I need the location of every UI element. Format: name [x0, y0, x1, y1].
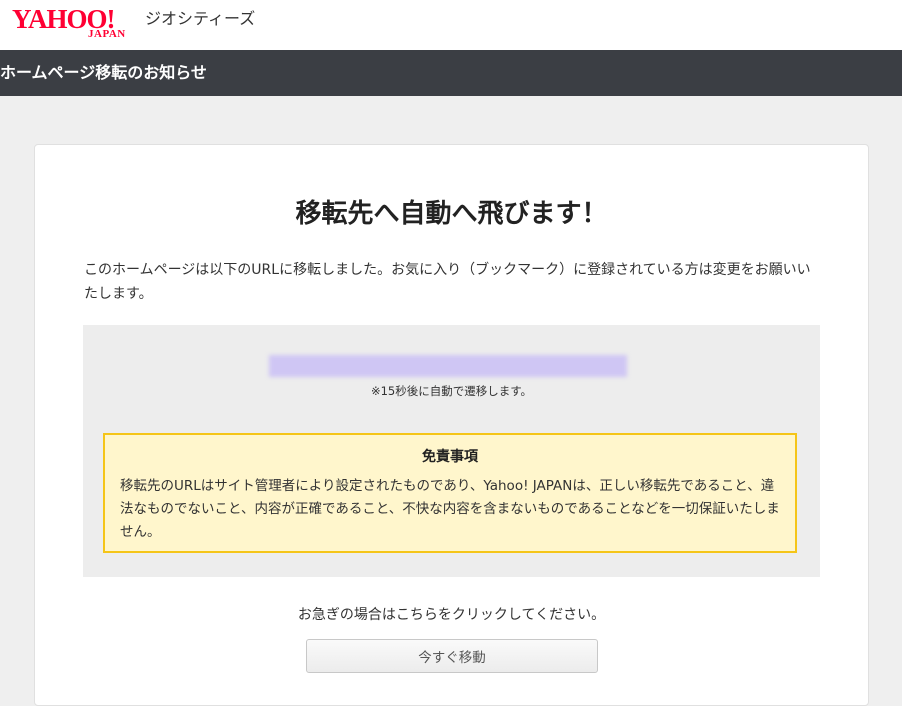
- logo-subtext: JAPAN: [88, 28, 126, 40]
- notice-card: 移転先へ自動へ飛びます！ このホームページは以下のURLに移転しました。お気に入…: [34, 144, 869, 706]
- service-name: ジオシティーズ: [145, 9, 256, 28]
- redirect-countdown-note: ※15秒後に自動で遷移します。: [370, 384, 533, 398]
- notice-heading: 移転先へ自動へ飛びます！: [295, 199, 608, 229]
- move-now-button[interactable]: 今すぐ移動: [306, 639, 598, 673]
- notice-description: このホームページは以下のURLに移転しました。お気に入り（ブックマーク）に登録さ…: [84, 262, 811, 302]
- disclaimer-body: 移転先のURLはサイト管理者により設定されたものであり、Yahoo! JAPAN…: [120, 478, 780, 540]
- disclaimer-box: 免責事項 移転先のURLはサイト管理者により設定されたものであり、Yahoo! …: [103, 433, 797, 553]
- hurry-instruction: お急ぎの場合はこちらをクリックしてください。: [297, 607, 606, 623]
- redirect-panel: ※15秒後に自動で遷移します。 免責事項 移転先のURLはサイト管理者により設定…: [83, 325, 820, 577]
- yahoo-japan-logo[interactable]: YAHOO! JAPAN: [12, 4, 144, 44]
- redirect-url-link[interactable]: [269, 355, 627, 377]
- title-bar: ホームページ移転のお知らせ: [0, 50, 902, 96]
- disclaimer-title: 免責事項: [422, 449, 478, 465]
- page-title: ホームページ移転のお知らせ: [0, 63, 207, 82]
- top-header: YAHOO! JAPAN ジオシティーズ: [0, 0, 902, 50]
